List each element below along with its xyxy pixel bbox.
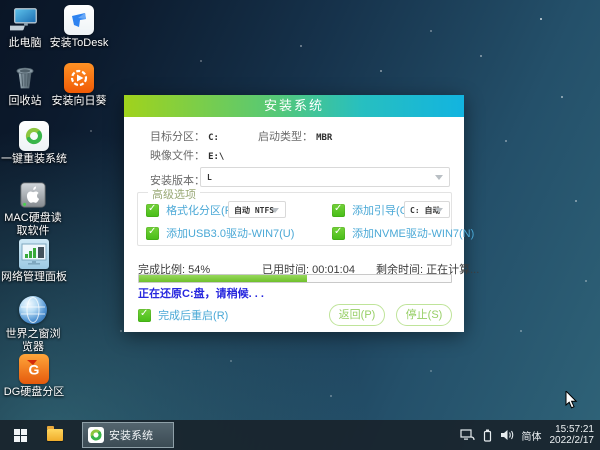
desktop-icon-label: 世界之窗浏览器: [5, 328, 61, 353]
desktop-icon-label: 网络管理面板: [1, 271, 67, 283]
task-label: 安装系统: [109, 430, 153, 442]
star-field: [0, 0, 2, 2]
clock-date: 2022/2/17: [549, 435, 595, 446]
desktop-icon-install-todesk[interactable]: 安装ToDesk: [47, 5, 111, 50]
usb3-driver-label: 添加USB3.0驱动-WIN7(U): [166, 228, 295, 240]
desktop-icon-one-key-reinstall[interactable]: 一键重装系统: [0, 121, 68, 166]
recycle-bin-icon: [10, 63, 40, 93]
desktop-icon-this-pc[interactable]: 此电脑: [2, 5, 48, 50]
format-partition-select[interactable]: 自动 NTFS: [228, 201, 286, 218]
file-explorer-button[interactable]: [40, 420, 70, 450]
sunflower-icon: [64, 63, 94, 93]
add-boot-option[interactable]: 添加引导(G):: [332, 202, 415, 218]
restart-after-finish-option[interactable]: 完成后重启(R): [138, 307, 228, 323]
desktop-icon-install-sunflower[interactable]: 安装向日葵: [47, 63, 111, 108]
dg-partition-icon: G: [19, 354, 49, 384]
usb-device-icon[interactable]: [483, 429, 492, 442]
image-file-label: 映像文件：: [150, 150, 205, 162]
install-system-dialog: 安装系统 目标分区： C: 启动类型： MBR 映像文件： E:\ 安装版本： …: [124, 95, 479, 332]
desktop-icon-label: DG硬盘分区: [3, 386, 65, 398]
dialog-title: 安装系统: [263, 98, 324, 113]
checkbox-checked-icon[interactable]: [146, 226, 159, 240]
clock-time: 15:57:21: [555, 424, 594, 435]
desktop-icon-network-panel[interactable]: 网络管理面板: [0, 239, 68, 284]
taskbar-task-install-system[interactable]: 安装系统: [82, 422, 174, 448]
this-pc-icon: [4, 5, 40, 35]
image-file-row: 映像文件： E:\: [150, 147, 224, 163]
add-boot-select[interactable]: C: 自动: [404, 201, 450, 218]
target-partition-label: 目标分区：: [150, 131, 205, 143]
speaker-icon[interactable]: [500, 429, 514, 441]
advanced-options-legend: 高级选项: [148, 186, 200, 202]
desktop-icon-world-window-browser[interactable]: 世界之窗浏览器: [2, 295, 64, 353]
svg-text:G: G: [29, 362, 40, 378]
format-partition-value: 自动 NTFS: [234, 206, 275, 215]
todesk-icon: [64, 5, 94, 35]
progress-bar: [138, 274, 452, 283]
stop-button[interactable]: 停止(S): [396, 304, 452, 326]
mouse-cursor: [565, 389, 578, 414]
back-button[interactable]: 返回(P): [329, 304, 385, 326]
mac-disk-icon: [18, 180, 48, 210]
checkbox-checked-icon[interactable]: [332, 203, 345, 217]
chevron-down-icon: [271, 207, 279, 213]
desktop-icon-label: 安装ToDesk: [49, 37, 109, 49]
checkbox-checked-icon[interactable]: [138, 308, 151, 322]
status-text: 正在还原C:盘，请稍候. . .: [138, 288, 264, 300]
target-partition-value: C:: [208, 133, 219, 143]
install-system-app-icon: [88, 427, 104, 443]
one-key-reinstall-icon: [19, 121, 49, 151]
progress-bar-fill: [139, 275, 308, 282]
desktop-icon-dg-partition[interactable]: G DG硬盘分区: [0, 354, 68, 399]
checkbox-checked-icon[interactable]: [146, 203, 159, 217]
format-partition-option[interactable]: 格式化分区(F):: [146, 202, 238, 218]
install-version-value: L: [207, 173, 212, 182]
boot-type-row: 启动类型： MBR: [258, 128, 332, 144]
checkbox-checked-icon[interactable]: [332, 226, 345, 240]
desktop-icon-label: 一键重装系统: [1, 153, 67, 165]
image-file-value: E:\: [208, 152, 225, 162]
folder-icon: [47, 426, 63, 441]
nvme-driver-label: 添加NVME驱动-WIN7(N): [352, 228, 475, 240]
desktop-icon-label: 回收站: [8, 95, 42, 107]
system-tray: 简体 15:57:21 2022/2/17: [459, 424, 600, 446]
dialog-titlebar[interactable]: 安装系统: [124, 95, 464, 117]
chevron-down-icon: [435, 207, 443, 213]
desktop-icon-label: MAC硬盘读取软件: [4, 212, 62, 237]
usb3-driver-option[interactable]: 添加USB3.0驱动-WIN7(U): [146, 225, 294, 241]
desktop-icon-mac-disk-reader[interactable]: MAC硬盘读取软件: [2, 180, 64, 237]
ime-indicator[interactable]: 简体: [522, 428, 542, 443]
taskbar: 安装系统 简体 15:57:21 2022/2/17: [0, 420, 600, 450]
restart-after-finish-label: 完成后重启(R): [158, 310, 229, 322]
boot-type-label: 启动类型：: [258, 131, 313, 143]
chevron-down-icon: [435, 175, 443, 180]
advanced-options-group: 高级选项 格式化分区(F): 自动 NTFS 添加引导(G): C: 自动 添加…: [137, 186, 474, 246]
target-partition-row: 目标分区： C:: [150, 128, 219, 144]
start-button[interactable]: [0, 420, 40, 450]
boot-type-value: MBR: [316, 133, 333, 143]
desktop-icon-label: 此电脑: [8, 37, 42, 49]
network-icon[interactable]: [459, 428, 475, 442]
nvme-driver-option[interactable]: 添加NVME驱动-WIN7(N): [332, 225, 474, 241]
windows-logo-icon: [13, 428, 27, 442]
desktop-icon-label: 安装向日葵: [51, 95, 107, 107]
taskbar-clock[interactable]: 15:57:21 2022/2/17: [550, 424, 595, 446]
install-version-select[interactable]: L: [200, 167, 450, 187]
network-panel-icon: [19, 239, 49, 269]
desktop-icon-recycle-bin[interactable]: 回收站: [2, 63, 48, 108]
world-window-browser-icon: [18, 296, 48, 326]
